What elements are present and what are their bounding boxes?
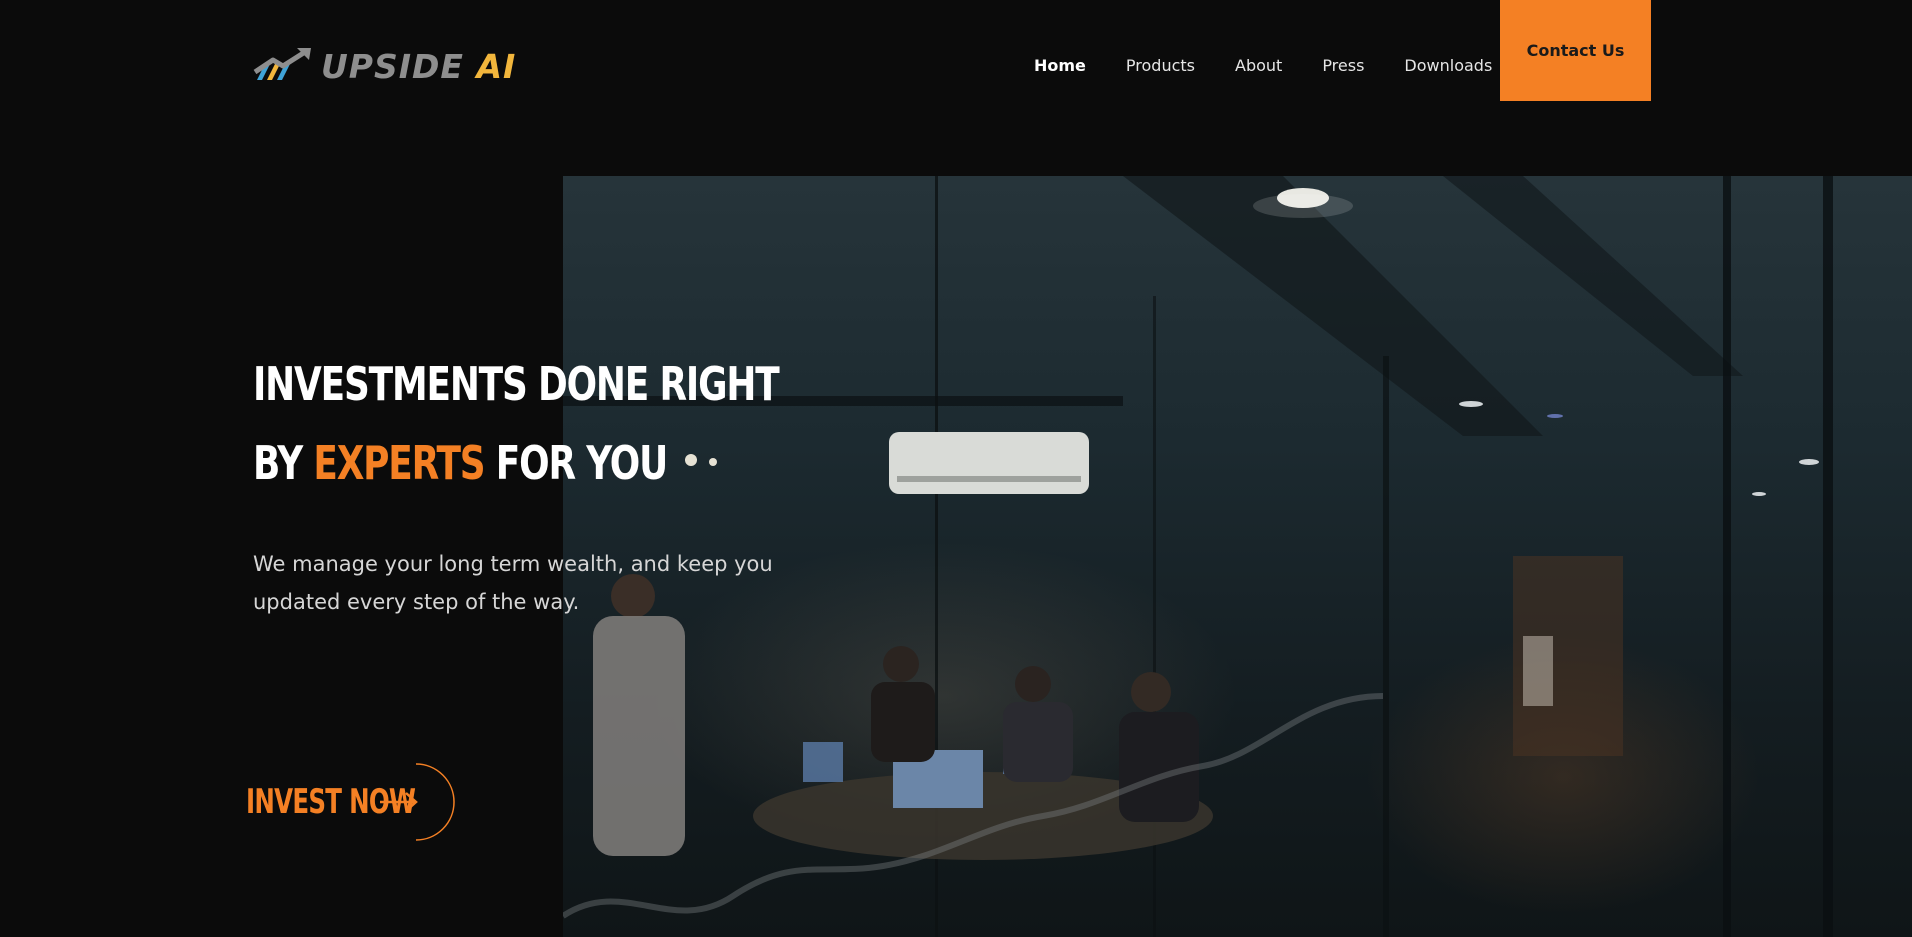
- brand-logo[interactable]: UPSIDE AI: [253, 46, 516, 86]
- brand-name-accent: AI: [476, 46, 517, 86]
- nav-item-products[interactable]: Products: [1126, 56, 1195, 75]
- hero-heading-line2-suffix: FOR YOU: [484, 436, 668, 490]
- upward-trend-arrow-icon: [253, 48, 311, 80]
- brand-name: UPSIDE AI: [321, 47, 516, 86]
- hero-heading-line2-prefix: BY: [253, 436, 314, 490]
- hero-heading: INVESTMENTS DONE RIGHT BY EXPERTS FOR YO…: [253, 345, 780, 503]
- brand-name-main: UPSIDE: [321, 46, 464, 86]
- nav-item-downloads[interactable]: Downloads: [1404, 56, 1492, 75]
- main-nav: Home Products About Press Downloads: [1034, 56, 1532, 75]
- invest-now-label: INVEST NOW: [246, 782, 416, 822]
- contact-us-button[interactable]: Contact Us: [1500, 0, 1651, 101]
- nav-item-home[interactable]: Home: [1034, 56, 1086, 75]
- hero-heading-line1: INVESTMENTS DONE RIGHT: [253, 357, 780, 411]
- nav-item-press[interactable]: Press: [1322, 56, 1364, 75]
- invest-now-button[interactable]: INVEST NOW: [246, 762, 456, 842]
- hero-subtitle: We manage your long term wealth, and kee…: [253, 552, 773, 614]
- nav-item-about[interactable]: About: [1235, 56, 1282, 75]
- hero-heading-accent: EXPERTS: [313, 436, 485, 490]
